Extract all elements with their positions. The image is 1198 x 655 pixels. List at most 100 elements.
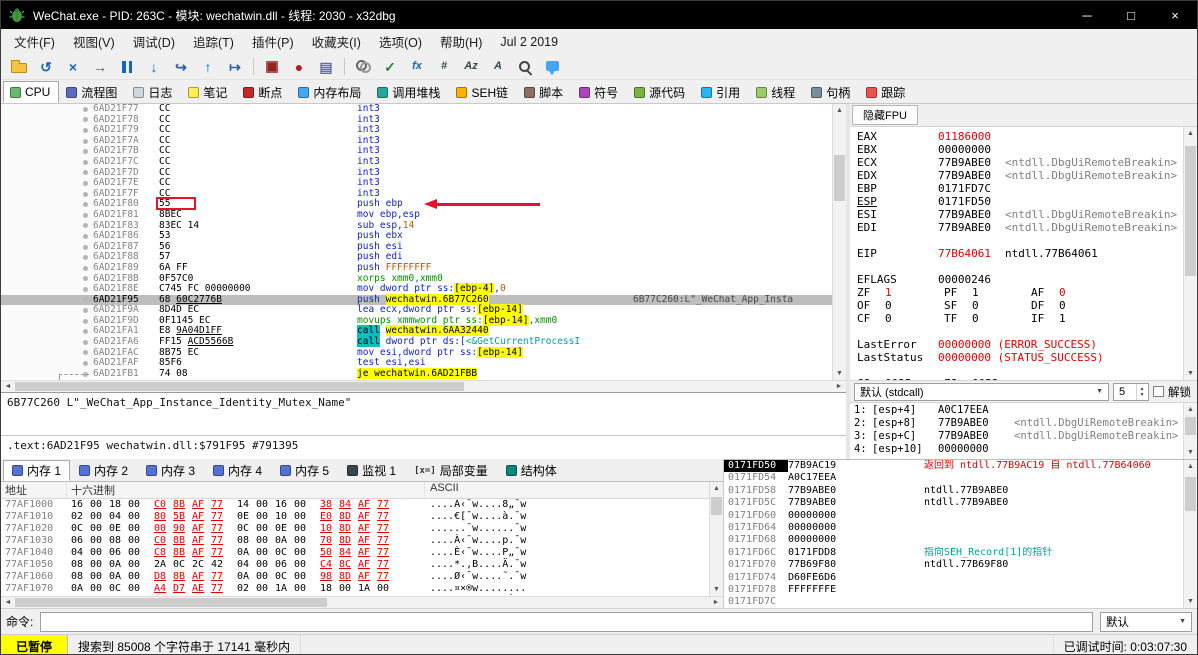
- argument-count-spinner[interactable]: 5 ▲ ▼: [1113, 382, 1149, 401]
- menu-item-file[interactable]: 文件(F): [5, 29, 64, 54]
- bottom-tab-dump-4[interactable]: 内存 4: [204, 460, 271, 481]
- stack-row[interactable]: 0171FD70 77B69F80 ntdll.77B69F80: [724, 559, 1183, 571]
- menu-item-options[interactable]: 选项(O): [370, 29, 431, 54]
- unlock-checkbox[interactable]: 解锁: [1153, 384, 1193, 400]
- stack-vertical-scrollbar[interactable]: ▲ ▼: [1183, 460, 1197, 608]
- scroll-thumb[interactable]: [15, 382, 465, 391]
- dump-row[interactable]: 77AF1020 0C 00 0E 00 00 90 AF 77 0C 00 0E 00 10 8D AF 77…: [1, 523, 709, 535]
- breakpoint-gutter[interactable]: [1, 315, 93, 327]
- register-row[interactable]: [850, 325, 1183, 338]
- scroll-left-arrow[interactable]: ◄: [1, 597, 15, 608]
- pause-button[interactable]: [114, 56, 140, 78]
- close-button[interactable]: ×: [1153, 1, 1197, 29]
- scroll-thumb[interactable]: [834, 155, 845, 201]
- run-to-return-button[interactable]: ↦: [222, 56, 248, 78]
- stack-row[interactable]: 0171FD6C 0171FDD8 指向SEH_Record[1]的指针: [724, 547, 1183, 559]
- stack-row[interactable]: 0171FD68 00000000: [724, 534, 1183, 546]
- stack-row[interactable]: 0171FD50 77B9AC19 返回到 ntdll.77B9AC19 自 ntd…: [724, 460, 1183, 473]
- argument-row[interactable]: 3: [esp+C] 77B9ABE0 <ntdll.DbgUiRemoteBreak…: [850, 430, 1183, 443]
- menu-item-view[interactable]: 视图(V): [64, 29, 124, 54]
- patches-button[interactable]: [259, 56, 285, 78]
- register-row[interactable]: EDX 77B9ABE0 <ntdll.DbgUiRemoteBreakin>: [850, 169, 1183, 182]
- arguments-list[interactable]: 1: [esp+4] A0C17EEA 2: [esp+8] 77B9ABE0 <ntdll…: [850, 403, 1183, 459]
- scroll-up-arrow[interactable]: ▲: [1184, 127, 1197, 140]
- scroll-thumb[interactable]: [1185, 417, 1196, 435]
- restart-button[interactable]: ↺: [33, 56, 59, 78]
- dump-row[interactable]: 77AF1000 16 00 18 00 C0 8B AF 77 14 00 16 00 38 84 AF 77…: [1, 499, 709, 511]
- scroll-down-arrow[interactable]: ▼: [833, 367, 846, 380]
- step-into-button[interactable]: ↓: [141, 56, 167, 78]
- breakpoint-gutter[interactable]: [1, 273, 93, 285]
- tab-source[interactable]: 源代码: [627, 81, 694, 103]
- register-row[interactable]: EBP 0171FD7C: [850, 182, 1183, 195]
- disasm-vertical-scrollbar[interactable]: ▲ ▼: [832, 104, 846, 380]
- scroll-up-arrow[interactable]: ▲: [1184, 403, 1197, 416]
- bottom-tab-locals[interactable]: [x=] 局部变量: [405, 460, 497, 481]
- register-row[interactable]: ESI 77B9ABE0 <ntdll.DbgUiRemoteBreakin>: [850, 208, 1183, 221]
- command-profile-select[interactable]: 默认 ▼: [1100, 611, 1192, 632]
- bottom-tab-dump-3[interactable]: 内存 3: [137, 460, 204, 481]
- dump-row[interactable]: 77AF1070 0A 00 0C 00 A4 D7 AE 77 02 00 1A 00 18 00 1A 00…: [1, 583, 709, 595]
- breakpoint-gutter[interactable]: [1, 188, 93, 200]
- spinner-arrows-icon[interactable]: ▲ ▼: [1136, 383, 1147, 400]
- dump-row[interactable]: 77AF1060 08 00 0A 00 D8 8B AF 77 0A 00 0C 00 98 8D AF 77…: [1, 571, 709, 583]
- menu-item-debug[interactable]: 调试(D): [124, 29, 184, 54]
- stack-rows[interactable]: 0171FD50 77B9AC19 返回到 ntdll.77B9AC19 自 ntd…: [724, 460, 1183, 608]
- comment-chat-button[interactable]: [539, 56, 565, 78]
- disasm-row[interactable]: 6AD21F77 CC int3: [1, 104, 832, 115]
- calling-convention-select[interactable]: 默认 (stdcall) ▼: [854, 382, 1109, 401]
- breakpoint-gutter[interactable]: [1, 209, 93, 221]
- dump-row[interactable]: 77AF1040 04 00 06 00 C8 8B AF 77 0A 00 0C 00 50 84 AF 77…: [1, 547, 709, 559]
- dump-row[interactable]: 77AF1010 02 00 04 00 80 5B AF 77 0E 00 10 00 E0 8D AF 77…: [1, 511, 709, 523]
- register-row[interactable]: ESP 0171FD50: [850, 195, 1183, 208]
- stack-row[interactable]: 0171FD78 FFFFFFFE: [724, 584, 1183, 596]
- bottom-tab-dump-1[interactable]: 内存 1: [3, 460, 71, 481]
- tab-log[interactable]: 日志: [126, 81, 181, 103]
- search-button[interactable]: [512, 56, 538, 78]
- run-button[interactable]: →: [87, 56, 113, 78]
- breakpoint-gutter[interactable]: [1, 135, 93, 147]
- breakpoint-gutter[interactable]: [1, 167, 93, 179]
- breakpoint-gutter[interactable]: [1, 114, 93, 126]
- tab-breakpoints[interactable]: 断点: [236, 81, 291, 103]
- register-row[interactable]: EBX 00000000: [850, 143, 1183, 156]
- scroll-down-arrow[interactable]: ▼: [1184, 367, 1197, 380]
- breakpoint-gutter[interactable]: [1, 125, 93, 136]
- breakpoint-gutter[interactable]: [1, 104, 93, 115]
- argument-row[interactable]: 2: [esp+8] 77B9ABE0 <ntdll.DbgUiRemoteBreak…: [850, 417, 1183, 430]
- register-row[interactable]: ZF 1 PF 1 AF 0: [850, 286, 1183, 299]
- arguments-vertical-scrollbar[interactable]: ▲ ▼: [1183, 403, 1197, 459]
- register-row[interactable]: OF 0 SF 0 DF 0: [850, 299, 1183, 312]
- breakpoint-gutter[interactable]: [1, 156, 93, 168]
- menu-item-plugins[interactable]: 插件(P): [243, 29, 303, 54]
- hide-fpu-button[interactable]: 隐藏FPU: [852, 105, 918, 125]
- scroll-up-arrow[interactable]: ▲: [1184, 460, 1197, 473]
- breakpoint-gutter[interactable]: [1, 146, 93, 157]
- breakpoint-gutter[interactable]: [1, 337, 93, 348]
- bottom-tab-dump-2[interactable]: 内存 2: [70, 460, 137, 481]
- breakpoint-gutter[interactable]: [1, 231, 93, 242]
- breakpoint-gutter[interactable]: [1, 241, 93, 253]
- breakpoint-gutter[interactable]: [1, 199, 93, 210]
- tab-script[interactable]: 脚本: [517, 81, 572, 103]
- stack-row[interactable]: 0171FD60 00000000: [724, 510, 1183, 522]
- tab-memory-map[interactable]: 内存布局: [291, 81, 370, 103]
- register-row[interactable]: [850, 234, 1183, 247]
- bottom-tab-watch-1[interactable]: 监视 1: [338, 460, 405, 481]
- disasm-row[interactable]: 6AD21F7C CC int3: [1, 156, 832, 168]
- register-row[interactable]: [850, 260, 1183, 273]
- scroll-down-arrow[interactable]: ▼: [710, 583, 723, 596]
- assemble-az-button[interactable]: Az: [458, 56, 484, 78]
- register-row[interactable]: EFLAGS 00000246: [850, 273, 1183, 286]
- scroll-down-arrow[interactable]: ▼: [1184, 446, 1197, 459]
- register-row[interactable]: LastStatus 00000000 (STATUS_SUCCESS): [850, 351, 1183, 364]
- breakpoint-gutter[interactable]: [1, 294, 93, 306]
- tab-handles[interactable]: 句柄: [804, 81, 859, 103]
- breakpoint-gutter[interactable]: [1, 262, 93, 274]
- tab-graph[interactable]: 流程图: [59, 81, 126, 103]
- dump-vertical-scrollbar[interactable]: ▲ ▼: [709, 482, 723, 596]
- tab-references[interactable]: 引用: [694, 81, 749, 103]
- scroll-thumb[interactable]: [1185, 146, 1196, 276]
- tab-symbols[interactable]: 符号: [572, 81, 627, 103]
- dump-rows[interactable]: 77AF1000 16 00 18 00 C0 8B AF 77 14 00 16 00 38 84 AF 77…: [1, 499, 709, 596]
